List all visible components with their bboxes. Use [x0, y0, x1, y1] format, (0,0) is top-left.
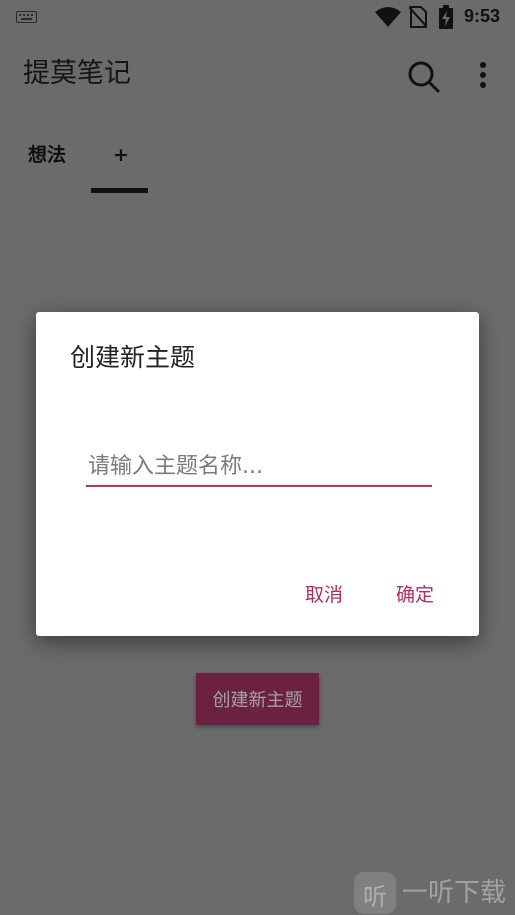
- confirm-button[interactable]: 确定: [396, 582, 434, 608]
- dialog-title: 创建新主题: [70, 343, 196, 372]
- tab-add[interactable]: +: [113, 142, 129, 168]
- watermark: 听 一听下载: [354, 872, 515, 915]
- watermark-text: 一听下载: [402, 878, 507, 908]
- status-time: 9:53: [464, 6, 501, 26]
- wifi-icon: [375, 7, 401, 27]
- tab-indicator: [91, 188, 148, 193]
- cancel-button[interactable]: 取消: [305, 582, 343, 608]
- no-sim-icon: [409, 6, 427, 28]
- keyboard-icon: [16, 11, 37, 23]
- battery-charging-icon: [439, 5, 453, 29]
- watermark-logo: 听: [354, 872, 396, 914]
- app-title: 提莫笔记: [23, 58, 131, 89]
- create-topic-button[interactable]: 创建新主题: [196, 673, 319, 725]
- topic-name-input[interactable]: [86, 447, 432, 487]
- search-icon[interactable]: [405, 58, 441, 94]
- watermark-logo-char: 听: [363, 883, 387, 911]
- tab-ideas[interactable]: 想法: [28, 142, 66, 168]
- more-vert-icon[interactable]: [474, 60, 492, 90]
- status-bar: 9:53: [0, 0, 515, 36]
- create-topic-dialog: 创建新主题 取消 确定: [36, 312, 479, 636]
